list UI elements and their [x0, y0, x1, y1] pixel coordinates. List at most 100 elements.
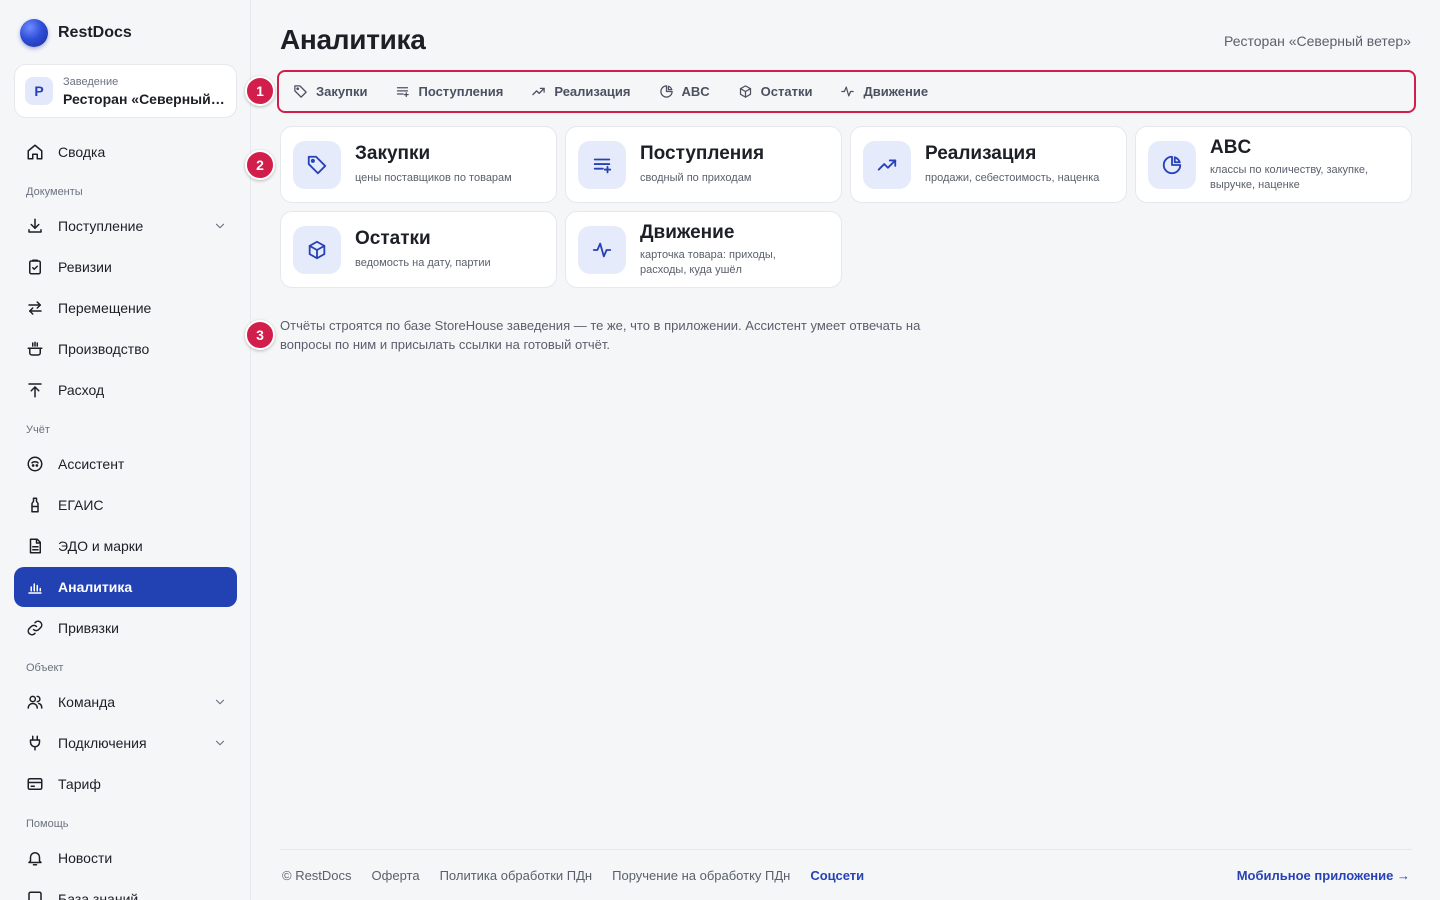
- sidebar-item-bindings[interactable]: Привязки: [14, 608, 237, 648]
- sidebar-item-transfer[interactable]: Перемещение: [14, 288, 237, 328]
- report-card-receipts[interactable]: Поступления сводный по приходам: [565, 126, 842, 203]
- sidebar-item-label: Тариф: [58, 776, 101, 792]
- report-card-abc[interactable]: ABC классы по количеству, закупке, выруч…: [1135, 126, 1412, 203]
- page-title: Аналитика: [280, 24, 426, 55]
- trending-up-icon: [531, 84, 546, 99]
- sidebar-item-analytics[interactable]: Аналитика: [14, 567, 237, 607]
- home-icon: [26, 143, 44, 161]
- transfer-arrows-icon: [26, 299, 44, 317]
- cooking-pot-icon: [26, 340, 44, 358]
- tab-label: Поступления: [418, 84, 504, 99]
- card-title: Остатки: [355, 228, 431, 249]
- sidebar-item-egais[interactable]: ЕГАИС: [14, 485, 237, 525]
- box-icon: [738, 84, 753, 99]
- pie-chart-icon: [1162, 155, 1182, 174]
- sidebar: RestDocs Р Заведение Ресторан «Северный …: [0, 0, 251, 900]
- sidebar-item-receipt[interactable]: Поступление: [14, 206, 237, 246]
- sidebar-item-label: Команда: [58, 694, 116, 710]
- report-card-sales[interactable]: Реализация продажи, себестоимость, нацен…: [850, 126, 1127, 203]
- document-icon: [26, 537, 44, 555]
- tab-movement[interactable]: Движение: [840, 84, 928, 99]
- sidebar-item-label: ЭДО и марки: [58, 538, 143, 554]
- tab-label: Реализация: [554, 84, 631, 99]
- venue-name: Ресторан «Северный ветер»: [63, 90, 225, 107]
- tab-abc[interactable]: ABC: [659, 84, 710, 99]
- brand-name: RestDocs: [58, 24, 132, 41]
- tab-label: ABC: [681, 84, 710, 99]
- card-subtitle: цены поставщиков по товарам: [355, 172, 512, 184]
- footer-link-privacy-policy[interactable]: Политика обработки ПДн: [440, 868, 593, 883]
- card-icon-box: [578, 225, 626, 274]
- download-icon: [26, 217, 44, 235]
- sidebar-item-news[interactable]: Новости: [14, 838, 237, 878]
- sidebar-item-audits[interactable]: Ревизии: [14, 247, 237, 287]
- venue-switcher[interactable]: Р Заведение Ресторан «Северный ветер»: [14, 64, 237, 118]
- book-icon: [26, 890, 44, 900]
- card-subtitle: ведомость на дату, партии: [355, 257, 491, 269]
- chevron-down-icon: [213, 736, 227, 750]
- footer-link-socials[interactable]: Соцсети: [810, 868, 864, 883]
- report-card-movement[interactable]: Движение карточка товара: приходы, расхо…: [565, 211, 842, 288]
- credit-card-icon: [26, 775, 44, 793]
- bottle-icon: [26, 496, 44, 514]
- tab-stock[interactable]: Остатки: [738, 84, 813, 99]
- footer-link-mobile-app[interactable]: Мобильное приложение →: [1237, 868, 1410, 883]
- sidebar-item-tariff[interactable]: Тариф: [14, 764, 237, 804]
- sidebar-item-knowledge-base[interactable]: База знаний: [14, 879, 237, 900]
- sidebar-item-label: Ревизии: [58, 259, 112, 275]
- section-help: Помощь: [26, 818, 69, 830]
- sidebar-item-label: Ассистент: [58, 456, 125, 472]
- section-accounting: Учёт: [26, 424, 50, 436]
- clipboard-check-icon: [26, 258, 44, 276]
- sidebar-item-label: Сводка: [58, 144, 106, 160]
- sidebar-item-edo[interactable]: ЭДО и марки: [14, 526, 237, 566]
- sidebar-item-label: Поступление: [58, 218, 144, 234]
- sidebar-item-label: Производство: [58, 341, 150, 357]
- brand-logo: [20, 19, 48, 47]
- info-note: Отчёты строятся по базе StoreHouse завед…: [280, 318, 921, 352]
- footer: © RestDocs Оферта Политика обработки ПДн…: [280, 849, 1412, 900]
- section-documents: Документы: [26, 186, 83, 198]
- tab-label: Остатки: [760, 84, 813, 99]
- card-icon-box: [578, 140, 626, 189]
- tag-icon: [293, 84, 308, 99]
- users-icon: [26, 693, 44, 711]
- card-subtitle: продажи, себестоимость, наценка: [925, 172, 1100, 184]
- header-venue-name: Ресторан «Северный ветер»: [1224, 33, 1411, 49]
- sidebar-item-label: Привязки: [58, 620, 119, 636]
- tab-label: Закупки: [316, 84, 368, 99]
- sidebar-item-label: Расход: [58, 382, 105, 398]
- sidebar-item-label: Перемещение: [58, 300, 152, 316]
- sidebar-item-team[interactable]: Команда: [14, 682, 237, 722]
- card-icon-box: [293, 140, 341, 189]
- footer-link-data-processing[interactable]: Поручение на обработку ПДн: [612, 868, 790, 883]
- report-card-stock[interactable]: Остатки ведомость на дату, партии: [280, 211, 557, 288]
- venue-avatar: Р: [25, 77, 53, 105]
- activity-icon: [592, 242, 612, 257]
- plug-icon: [26, 734, 44, 752]
- tab-sales[interactable]: Реализация: [531, 84, 631, 99]
- step-marker-1: 1: [245, 76, 275, 106]
- link-icon: [26, 619, 44, 637]
- sidebar-item-expense[interactable]: Расход: [14, 370, 237, 410]
- step-marker-2: 2: [245, 150, 275, 180]
- brand[interactable]: RestDocs: [20, 19, 132, 47]
- sidebar-item-production[interactable]: Производство: [14, 329, 237, 369]
- venue-caption: Заведение: [63, 75, 119, 88]
- box-icon: [308, 240, 326, 259]
- sidebar-item-label: Новости: [58, 850, 113, 866]
- tab-label: Движение: [863, 84, 929, 99]
- report-card-purchases[interactable]: Закупки цены поставщиков по товарам: [280, 126, 557, 203]
- card-subtitle: карточка товара: приходы, расходы, куда …: [640, 248, 776, 276]
- chevron-down-icon: [213, 219, 227, 233]
- sidebar-item-assistant[interactable]: Ассистент: [14, 444, 237, 484]
- footer-link-offer[interactable]: Оферта: [372, 868, 420, 883]
- tag-icon: [307, 155, 327, 174]
- tab-receipts[interactable]: Поступления: [395, 84, 503, 99]
- sidebar-item-label: Подключения: [58, 735, 147, 751]
- sidebar-item-connections[interactable]: Подключения: [14, 723, 237, 763]
- sidebar-item-summary[interactable]: Сводка: [14, 132, 237, 172]
- card-icon-box: [1148, 140, 1196, 189]
- tab-purchases[interactable]: Закупки: [293, 84, 367, 99]
- trending-up-icon: [877, 159, 897, 170]
